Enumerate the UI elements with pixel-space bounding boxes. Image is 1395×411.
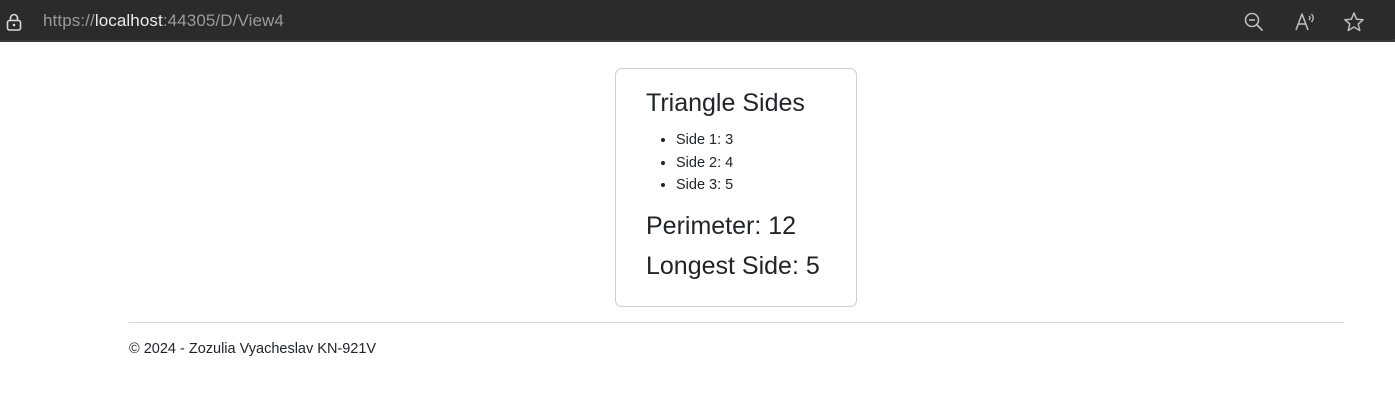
footer-copyright: © 2024 - Zozulia Vyacheslav KN-921V [129, 341, 377, 357]
url-scheme: https:// [43, 11, 95, 30]
footer-divider [129, 322, 1344, 323]
list-item: Side 3: 5 [676, 174, 733, 197]
triangle-card: Triangle Sides Side 1: 3 Side 2: 4 Side … [615, 68, 857, 307]
address-bar[interactable]: https://localhost:44305/D/View4 [0, 2, 1395, 40]
favorite-star-icon[interactable] [1343, 11, 1365, 33]
perimeter-text: Perimeter: 12 [646, 212, 797, 240]
sides-list: Side 1: 3 Side 2: 4 Side 3: 5 [646, 129, 733, 197]
list-item: Side 2: 4 [676, 152, 733, 175]
list-item: Side 1: 3 [676, 129, 733, 152]
url-text[interactable]: https://localhost:44305/D/View4 [43, 11, 284, 31]
longest-side-text: Longest Side: 5 [646, 252, 820, 280]
zoom-out-icon[interactable] [1243, 11, 1265, 33]
card-title: Triangle Sides [646, 89, 805, 117]
read-aloud-icon[interactable] [1294, 11, 1316, 33]
browser-toolbar: https://localhost:44305/D/View4 [0, 0, 1395, 42]
url-host: localhost [94, 11, 163, 30]
lock-icon[interactable] [6, 13, 22, 31]
url-path: :44305/D/View4 [162, 11, 284, 30]
